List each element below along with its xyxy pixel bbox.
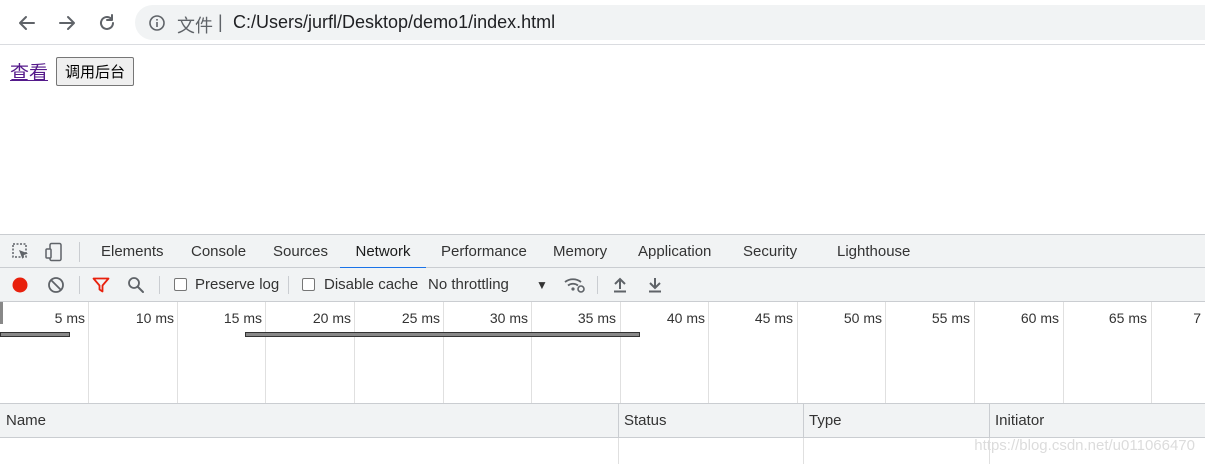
reload-icon — [100, 14, 114, 30]
tick-label: 55 ms — [931, 310, 970, 326]
reload-button[interactable] — [92, 8, 122, 38]
inspect-element-icon[interactable] — [11, 242, 31, 262]
tick-label: 25 ms — [401, 310, 440, 326]
column-header-name[interactable]: Name — [0, 404, 619, 437]
forward-button[interactable] — [52, 8, 82, 38]
browser-toolbar: 文件 | C:/Users/jurfl/Desktop/demo1/index.… — [0, 0, 1205, 45]
column-divider — [803, 438, 804, 464]
tick-label: 15 ms — [223, 310, 262, 326]
preserve-log-label: Preserve log — [195, 276, 280, 293]
preserve-log-checkbox[interactable] — [174, 278, 187, 291]
request-bar — [0, 332, 70, 337]
tick-label: 35 ms — [577, 310, 616, 326]
request-bar — [245, 332, 640, 337]
tick-label: 5 ms — [54, 310, 85, 326]
disable-cache-checkbox[interactable] — [302, 278, 315, 291]
export-har-icon[interactable] — [646, 276, 664, 294]
column-header-type[interactable]: Type — [803, 404, 990, 437]
tick-label: 30 ms — [489, 310, 528, 326]
table-header: Name Status Type Initiator — [0, 404, 1205, 438]
filter-icon[interactable] — [92, 276, 110, 294]
tick-label: 60 ms — [1020, 310, 1059, 326]
disable-cache-label: Disable cache — [324, 276, 419, 293]
toolbar-divider — [159, 276, 160, 294]
column-divider — [618, 438, 619, 464]
tick-label: 65 ms — [1108, 310, 1147, 326]
toolbar-divider — [288, 276, 289, 294]
search-icon[interactable] — [127, 276, 145, 294]
overview-left-marker — [0, 302, 3, 324]
tick-label: 20 ms — [312, 310, 351, 326]
grid-line — [1063, 302, 1064, 403]
tab-security[interactable]: Security — [743, 235, 797, 268]
grid-line — [531, 302, 532, 403]
watermark: https://blog.csdn.net/u011066470 — [974, 437, 1195, 454]
device-toolbar-icon[interactable] — [44, 242, 64, 262]
tick-label: 7 — [1193, 310, 1201, 326]
grid-line — [354, 302, 355, 403]
tab-network[interactable]: Network — [340, 235, 426, 269]
address-url[interactable]: C:/Users/jurfl/Desktop/demo1/index.html — [233, 12, 555, 33]
info-icon[interactable] — [148, 14, 166, 32]
arrow-left-icon — [19, 16, 35, 30]
column-header-initiator[interactable]: Initiator — [989, 404, 1205, 437]
tab-console[interactable]: Console — [191, 235, 246, 268]
call-backend-button[interactable]: 调用后台 — [56, 57, 135, 86]
address-separator: | — [218, 12, 223, 32]
grid-line — [797, 302, 798, 403]
toolbar-divider — [597, 276, 598, 294]
grid-line — [620, 302, 621, 403]
import-har-icon[interactable] — [611, 276, 629, 294]
toolbar-divider — [79, 276, 80, 294]
address-bar[interactable]: 文件 | C:/Users/jurfl/Desktop/demo1/index.… — [135, 5, 1205, 40]
network-toolbar: Preserve log Disable cache No throttling… — [0, 268, 1205, 302]
devtools-tab-bar: Elements Console Sources Network Perform… — [0, 234, 1205, 269]
view-link[interactable]: 查看 — [10, 58, 48, 85]
address-scheme-chip: 文件 — [177, 16, 213, 37]
column-header-status[interactable]: Status — [618, 404, 804, 437]
network-overview-timeline[interactable]: 5 ms 10 ms 15 ms 20 ms 25 ms 30 ms 35 ms… — [0, 302, 1205, 404]
tab-elements[interactable]: Elements — [101, 235, 164, 268]
grid-line — [265, 302, 266, 403]
grid-line — [177, 302, 178, 403]
request-table: Name Status Type Initiator — [0, 404, 1205, 464]
tab-bar-divider — [79, 242, 80, 262]
tick-label: 10 ms — [135, 310, 174, 326]
tab-memory[interactable]: Memory — [553, 235, 607, 268]
grid-line — [885, 302, 886, 403]
network-conditions-icon[interactable] — [564, 276, 586, 294]
grid-line — [708, 302, 709, 403]
grid-line — [88, 302, 89, 403]
tab-application[interactable]: Application — [638, 235, 711, 268]
arrow-right-icon — [59, 16, 75, 30]
throttling-select[interactable]: No throttling — [428, 276, 509, 293]
back-button[interactable] — [12, 8, 42, 38]
tick-label: 50 ms — [843, 310, 882, 326]
tab-sources[interactable]: Sources — [273, 235, 328, 268]
tab-lighthouse[interactable]: Lighthouse — [837, 235, 910, 268]
record-icon[interactable] — [11, 276, 29, 294]
tick-label: 45 ms — [754, 310, 793, 326]
clear-icon[interactable] — [47, 276, 65, 294]
grid-line — [974, 302, 975, 403]
chevron-down-icon[interactable]: ▼ — [536, 278, 548, 292]
tab-performance[interactable]: Performance — [441, 235, 527, 268]
grid-line — [443, 302, 444, 403]
devtools-panel: Elements Console Sources Network Perform… — [0, 234, 1205, 464]
tick-label: 40 ms — [666, 310, 705, 326]
